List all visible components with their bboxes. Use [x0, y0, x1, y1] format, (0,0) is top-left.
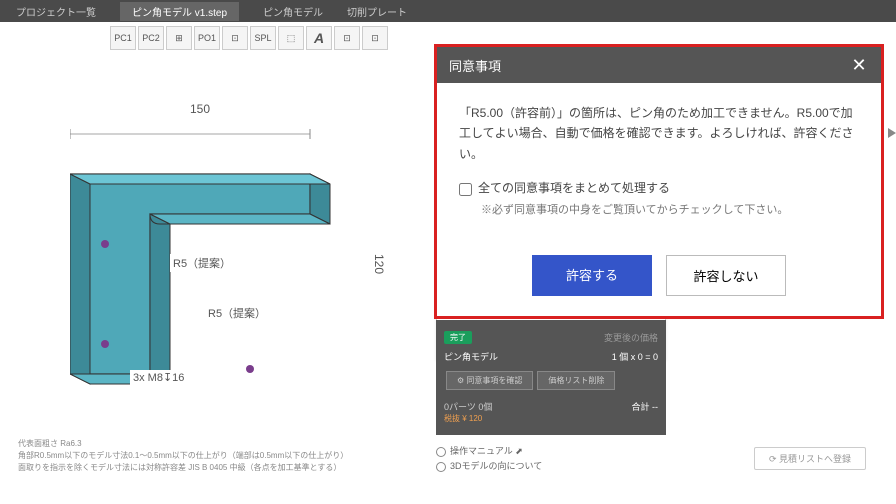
tool-7[interactable]: ⬚ — [278, 26, 304, 50]
summary-panel: 完了変更後の価格 ピン角モデル1 個 x 0 = 0 ⚙ 同意事項を確認価格リス… — [436, 320, 666, 435]
modal-note: ※必ず同意事項の中身をご覧頂いてからチェックして下さい。 — [481, 201, 859, 220]
tool-6[interactable]: SPL — [250, 26, 276, 50]
model-name: ピン角モデル — [444, 350, 498, 363]
circle-icon — [436, 462, 446, 472]
modal-title: 同意事項 — [449, 56, 501, 75]
modal-batch-checkbox[interactable] — [459, 183, 472, 196]
tool-10[interactable]: ⊡ — [362, 26, 388, 50]
modal-message: 「R5.00（許容前）」の箇所は、ピン角のため加工できません。R5.00で加工し… — [459, 103, 859, 164]
tab-model-file[interactable]: ピン角モデル v1.step — [120, 2, 239, 21]
model-count: 1 個 x 0 = 0 — [612, 350, 658, 363]
modal-check-label: 全ての同意事項をまとめて処理する — [478, 181, 670, 195]
review-consent-button[interactable]: ⚙ 同意事項を確認 — [446, 371, 533, 390]
tool-1[interactable]: PC1 — [110, 26, 136, 50]
footnote-3: 面取りを指示を除くモデル寸法には対称許容差 JIS B 0405 中級（各点を加… — [18, 462, 348, 474]
close-icon[interactable]: ✕ — [849, 55, 869, 75]
circle-icon — [436, 447, 446, 457]
total: 合計 -- — [632, 400, 659, 424]
subtotal: 税抜 ¥ 120 — [444, 414, 482, 423]
footnote-1: 代表面粗さ Ra6.3 — [18, 438, 348, 450]
callout-r5-2: R5（提案） — [205, 304, 269, 322]
tool-9[interactable]: ⊡ — [334, 26, 360, 50]
footnote-2: 角部R0.5mm以下のモデル寸法0.1～0.5mm以下の仕上がり（端部は0.5m… — [18, 450, 348, 462]
tool-3[interactable]: ⊞ — [166, 26, 192, 50]
footnotes: 代表面粗さ Ra6.3 角部R0.5mm以下のモデル寸法0.1～0.5mm以下の… — [18, 438, 348, 474]
reject-button[interactable]: 許容しない — [666, 255, 786, 296]
tab-plate[interactable]: 切削プレート — [347, 4, 407, 19]
register-estimate-button[interactable]: ⟳ 見積リストへ登録 — [754, 447, 866, 470]
meta-links: 操作マニュアル ⬈ 3Dモデルの向について — [436, 442, 542, 474]
parts-count: 0パーツ 0個 — [444, 402, 492, 412]
manual-link[interactable]: 操作マニュアル ⬈ — [450, 446, 523, 456]
viewport-2d[interactable]: 150 120 R5（提案） R5（提案） 3x M8↧16 — [0, 54, 430, 484]
delete-price-button[interactable]: 価格リスト削除 — [537, 371, 615, 390]
callout-r5-1: R5（提案） — [170, 254, 234, 272]
consent-modal: 同意事項 ✕ 「R5.00（許容前）」の箇所は、ピン角のため加工できません。R5… — [434, 44, 884, 319]
status-badge: 完了 — [444, 331, 472, 344]
orientation-link[interactable]: 3Dモデルの向について — [450, 461, 542, 471]
tool-4[interactable]: PO1 — [194, 26, 220, 50]
tool-5[interactable]: ⊡ — [222, 26, 248, 50]
tab-project-list[interactable]: プロジェクト一覧 — [16, 4, 96, 19]
tool-8[interactable]: A — [306, 26, 332, 50]
topbar: プロジェクト一覧 ピン角モデル v1.step ピン角モデル 切削プレート — [0, 0, 896, 22]
tool-2[interactable]: PC2 — [138, 26, 164, 50]
dim-height: 120 — [372, 254, 386, 274]
tab-model[interactable]: ピン角モデル — [263, 4, 323, 19]
callout-holes: 3x M8↧16 — [130, 370, 187, 385]
accept-button[interactable]: 許容する — [532, 255, 652, 296]
view-right-icon[interactable] — [888, 128, 896, 138]
